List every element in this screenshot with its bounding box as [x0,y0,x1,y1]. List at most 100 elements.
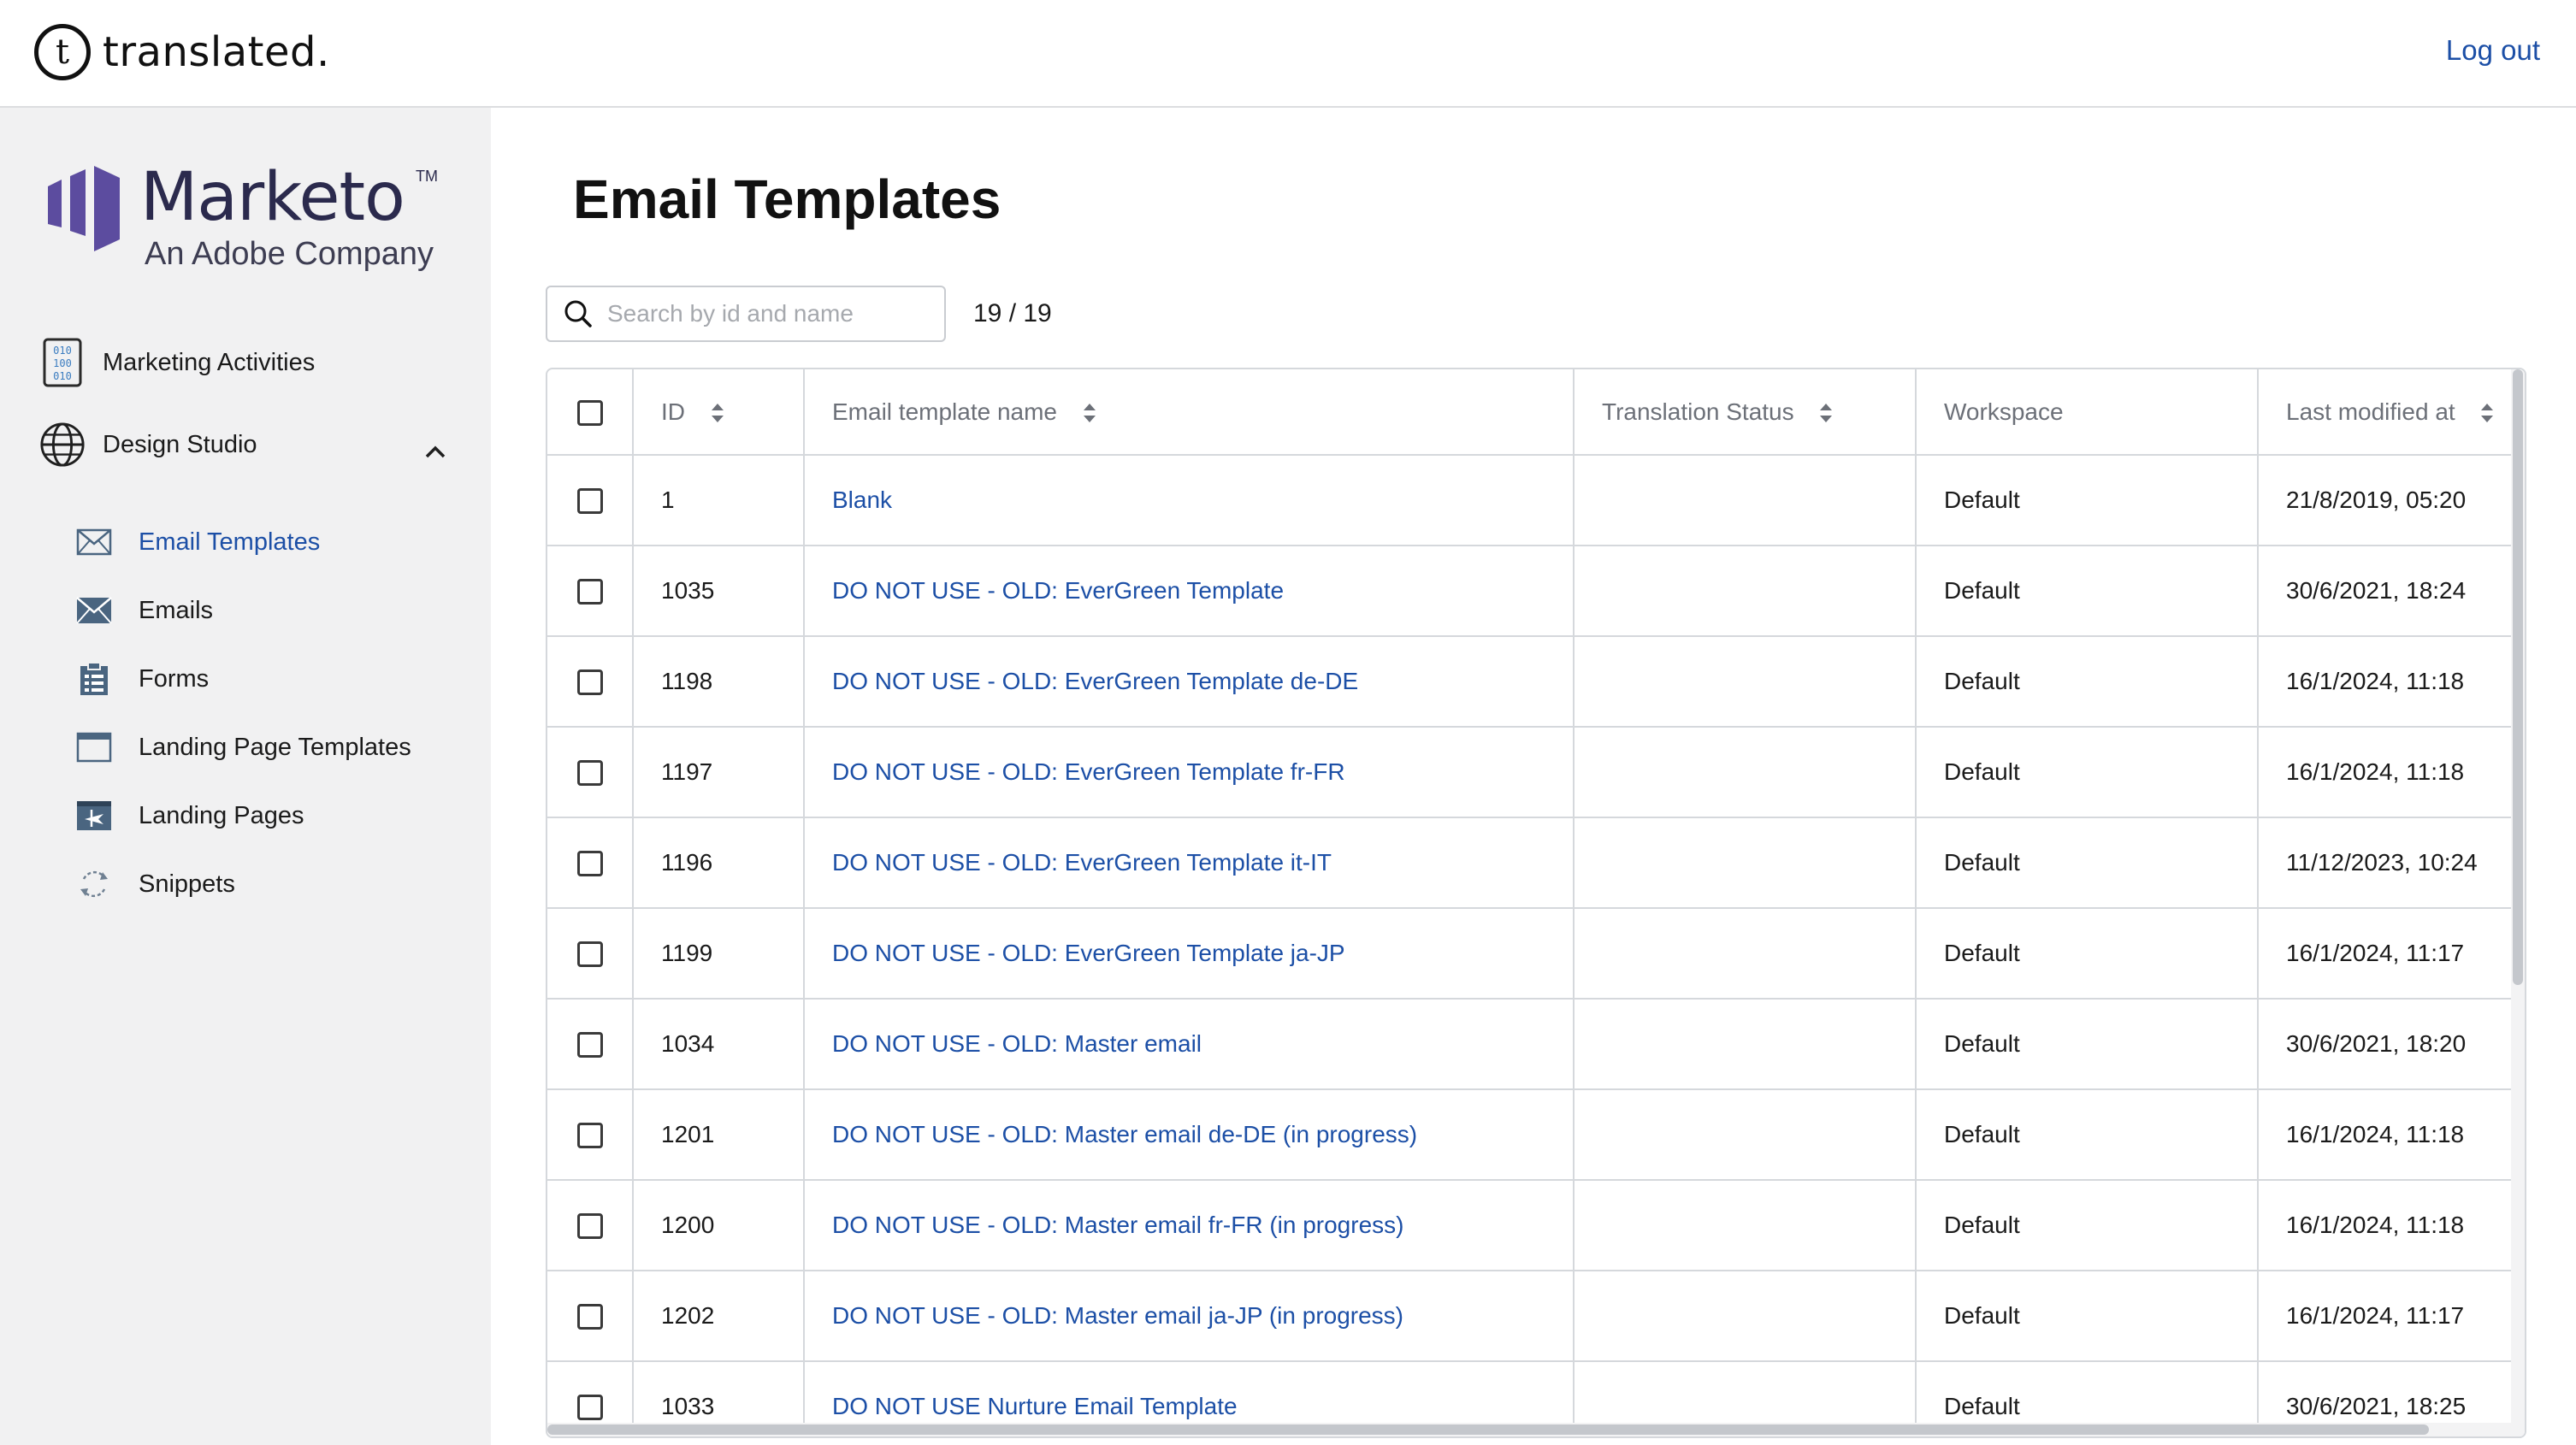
table-row[interactable]: 1198 DO NOT USE - OLD: EverGreen Templat… [547,636,2515,728]
cell-template-name-link[interactable]: DO NOT USE - OLD: EverGreen Template it-… [804,817,1575,909]
sort-icon[interactable] [711,402,724,424]
row-checkbox[interactable] [576,760,603,787]
sidebar-item-landing-pages[interactable]: Landing Pages [75,799,304,833]
cell-workspace: Default [1916,1271,2259,1362]
row-checkbox[interactable] [576,1032,603,1059]
cell-template-name-link[interactable]: DO NOT USE - OLD: Master email [804,999,1575,1090]
cell-last-modified: 30/6/2021, 18:20 [2258,999,2515,1090]
row-checkbox[interactable] [576,488,603,515]
cell-id: 1196 [633,817,805,909]
cell-id: 1035 [633,546,805,637]
table-row[interactable]: 1202 DO NOT USE - OLD: Master email ja-J… [547,1271,2515,1362]
brand-name: translated. [103,28,330,76]
row-checkbox[interactable] [576,579,603,605]
chevron-up-icon[interactable] [422,439,448,465]
sidebar-item-email-templates[interactable]: Email Templates [75,525,320,559]
table-row[interactable]: 1200 DO NOT USE - OLD: Master email fr-F… [547,1180,2515,1271]
row-checkbox[interactable] [576,851,603,877]
cell-last-modified: 30/6/2021, 18:24 [2258,546,2515,637]
cell-id: 1199 [633,908,805,1000]
sort-icon[interactable] [2480,402,2494,424]
row-checkbox[interactable] [576,1213,603,1240]
cell-translation-status [1574,817,1917,909]
cell-workspace: Default [1916,636,2259,728]
horizontal-scrollbar[interactable] [547,1423,2525,1436]
cell-last-modified: 16/1/2024, 11:17 [2258,1271,2515,1362]
cell-template-name-link[interactable]: DO NOT USE - OLD: EverGreen Template ja-… [804,908,1575,1000]
row-select-cell [547,908,634,1000]
table-row[interactable]: 1035 DO NOT USE - OLD: EverGreen Templat… [547,546,2515,637]
cell-translation-status [1574,1271,1917,1362]
sidebar-item-label: Email Templates [139,528,321,556]
sidebar-item-label: Snippets [139,870,235,898]
sidebar-item-landing-page-templates[interactable]: Landing Page Templates [75,730,411,764]
cell-template-name-link[interactable]: DO NOT USE - OLD: Master email ja-JP (in… [804,1271,1575,1362]
cell-template-name-link[interactable]: DO NOT USE - OLD: Master email de-DE (in… [804,1089,1575,1181]
browser-window-icon [75,730,113,764]
email-templates-table: ID Email template name Translation Statu… [546,368,2526,1438]
table-row[interactable]: 1201 DO NOT USE - OLD: Master email de-D… [547,1089,2515,1181]
marketo-logo: Marketo TM An Adobe Company [46,159,457,279]
cell-last-modified: 11/12/2023, 10:24 [2258,817,2515,909]
table-row[interactable]: 1196 DO NOT USE - OLD: EverGreen Templat… [547,817,2515,909]
logout-link[interactable]: Log out [2446,34,2540,67]
cell-workspace: Default [1916,908,2259,1000]
sidebar-item-label: Landing Page Templates [139,733,411,761]
vertical-scrollbar[interactable] [2511,369,2525,1436]
row-select-cell [547,817,634,909]
cell-template-name-link[interactable]: DO NOT USE - OLD: EverGreen Template [804,546,1575,637]
search-icon [564,300,592,327]
cell-id: 1202 [633,1271,805,1362]
snippet-refresh-icon [75,867,113,901]
row-checkbox[interactable] [576,669,603,696]
search-box[interactable] [546,286,946,342]
row-select-cell [547,546,634,637]
column-label: Translation Status [1602,398,1794,425]
table-row[interactable]: 1034 DO NOT USE - OLD: Master email Defa… [547,999,2515,1090]
svg-text:010: 010 [53,370,72,382]
row-checkbox[interactable] [576,1123,603,1149]
table-row[interactable]: 1197 DO NOT USE - OLD: EverGreen Templat… [547,727,2515,818]
marketo-name: Marketo [140,159,405,236]
column-header-name[interactable]: Email template name [804,369,1575,456]
cell-translation-status [1574,636,1917,728]
sidebar-item-snippets[interactable]: Snippets [75,867,235,901]
sidebar-item-emails[interactable]: Emails [75,593,213,628]
cell-id: 1201 [633,1089,805,1181]
column-header-translation-status[interactable]: Translation Status [1574,369,1917,456]
cell-last-modified: 16/1/2024, 11:17 [2258,908,2515,1000]
row-select-cell [547,636,634,728]
cell-id: 1034 [633,999,805,1090]
cell-translation-status [1574,999,1917,1090]
search-input[interactable] [607,300,932,327]
row-checkbox[interactable] [576,941,603,968]
translated-logo[interactable]: t translated. [34,24,330,80]
select-all-checkbox[interactable] [576,399,603,426]
vertical-scrollbar-thumb[interactable] [2513,369,2523,985]
nav-design-studio[interactable]: Design Studio [39,419,257,470]
column-header-id[interactable]: ID [633,369,805,456]
table-row[interactable]: 1199 DO NOT USE - OLD: EverGreen Templat… [547,908,2515,1000]
cell-workspace: Default [1916,1180,2259,1271]
envelope-icon [75,593,113,628]
cell-template-name-link[interactable]: DO NOT USE - OLD: Master email fr-FR (in… [804,1180,1575,1271]
row-checkbox[interactable] [576,1395,603,1421]
cell-id: 1197 [633,727,805,818]
table-row[interactable]: 1 Blank Default 21/8/2019, 05:20 [547,455,2515,546]
row-checkbox[interactable] [576,1304,603,1330]
cell-template-name-link[interactable]: DO NOT USE - OLD: EverGreen Template fr-… [804,727,1575,818]
horizontal-scrollbar-thumb[interactable] [547,1424,2429,1435]
cell-template-name-link[interactable]: Blank [804,455,1575,546]
sort-icon[interactable] [1083,402,1096,424]
globe-icon [39,419,86,470]
sidebar-item-forms[interactable]: Forms [75,662,209,696]
column-header-last-modified[interactable]: Last modified at [2258,369,2515,456]
cell-workspace: Default [1916,455,2259,546]
sidebar-item-label: Emails [139,596,214,624]
nav-marketing-activities[interactable]: 010 100 010 Marketing Activities [39,337,315,388]
sort-icon[interactable] [1819,402,1833,424]
cell-last-modified: 16/1/2024, 11:18 [2258,636,2515,728]
nav-label: Design Studio [103,430,257,458]
cell-template-name-link[interactable]: DO NOT USE - OLD: EverGreen Template de-… [804,636,1575,728]
marketo-subtitle: An Adobe Company [145,236,434,272]
